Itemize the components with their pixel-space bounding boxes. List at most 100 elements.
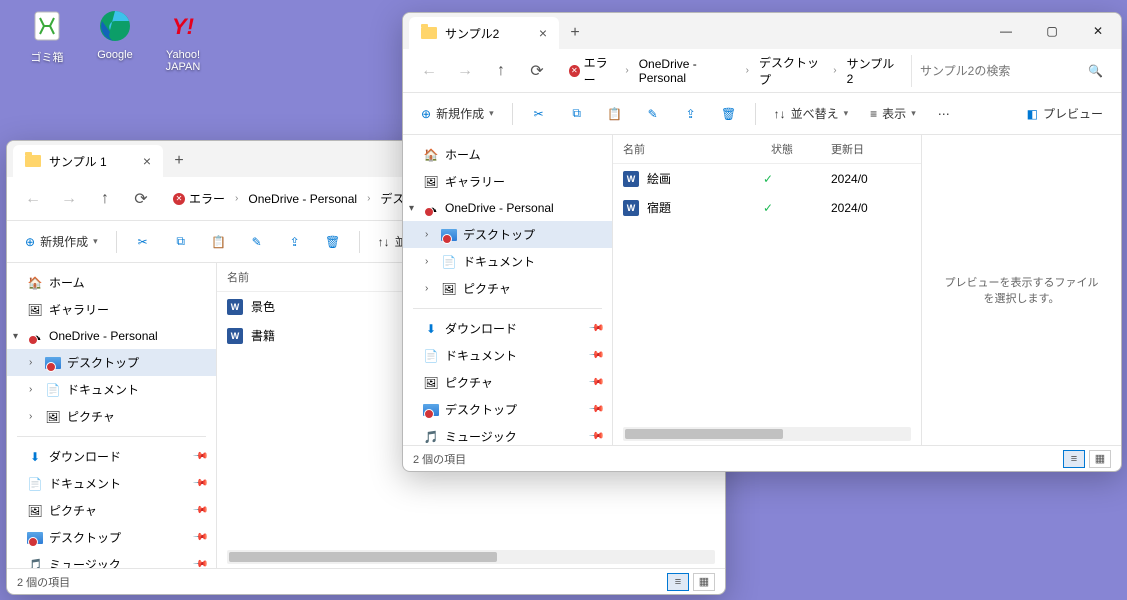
copy-icon[interactable]: ⧉ xyxy=(165,226,197,258)
details-view-button[interactable]: ≡ xyxy=(667,573,689,591)
minimize-button[interactable]: — xyxy=(983,13,1029,49)
sidebar-item-pictures[interactable]: ›🖼ピクチャ xyxy=(7,403,216,430)
more-button[interactable]: ⋯ xyxy=(930,102,958,126)
folder-icon xyxy=(441,227,457,243)
refresh-button[interactable]: ⟳ xyxy=(125,183,157,215)
error-badge-icon xyxy=(424,409,434,419)
new-button[interactable]: ⊕新規作成▾ xyxy=(17,228,106,255)
sidebar-item-pictures[interactable]: ›🖼ピクチャ xyxy=(403,275,612,302)
tab[interactable]: サンプル 1 × xyxy=(13,145,163,177)
delete-icon[interactable]: 🗑 xyxy=(317,226,349,258)
sidebar-item-documents[interactable]: ›📄ドキュメント xyxy=(7,376,216,403)
breadcrumb-item[interactable]: サンプル2 xyxy=(841,51,901,90)
paste-icon[interactable]: 📋 xyxy=(599,98,631,130)
tab[interactable]: サンプル2 × xyxy=(409,17,559,49)
breadcrumb[interactable]: ✕エラー › OneDrive - Personal › デスクトップ › サン… xyxy=(557,55,907,87)
close-icon[interactable]: × xyxy=(539,25,547,41)
breadcrumb-item[interactable]: OneDrive - Personal xyxy=(633,53,742,89)
share-icon[interactable]: ⇪ xyxy=(675,98,707,130)
maximize-button[interactable]: ▢ xyxy=(1029,13,1075,49)
sidebar-item-gallery[interactable]: 🖼ギャラリー xyxy=(403,168,612,195)
back-button[interactable]: ← xyxy=(413,55,445,87)
file-row[interactable]: W絵画 ✓ 2024/0 xyxy=(613,164,921,193)
sidebar-item-pictures[interactable]: 🖼ピクチャ📌 xyxy=(7,497,216,524)
forward-button[interactable]: → xyxy=(449,55,481,87)
status-text: 2 個の項目 xyxy=(17,574,70,590)
close-button[interactable]: ✕ xyxy=(1075,13,1121,49)
copy-icon[interactable]: ⧉ xyxy=(561,98,593,130)
icons-view-button[interactable]: ▦ xyxy=(1089,450,1111,468)
sidebar-item-onedrive[interactable]: ▾☁OneDrive - Personal xyxy=(7,323,216,349)
chevron-right-icon[interactable]: › xyxy=(425,229,428,240)
rename-icon[interactable]: ✎ xyxy=(637,98,669,130)
word-icon: W xyxy=(227,299,243,315)
pictures-icon: 🖼 xyxy=(45,409,61,425)
up-button[interactable]: ↑ xyxy=(485,55,517,87)
pin-icon: 📌 xyxy=(587,428,604,445)
status-text: 2 個の項目 xyxy=(413,451,466,467)
view-button[interactable]: ≡ 表示▾ xyxy=(862,100,924,127)
column-date[interactable]: 更新日 xyxy=(831,141,911,157)
sidebar-item-gallery[interactable]: 🖼ギャラリー xyxy=(7,296,216,323)
rename-icon[interactable]: ✎ xyxy=(241,226,273,258)
sort-button[interactable]: ↑↓ 並べ替え▾ xyxy=(766,100,857,127)
cut-icon[interactable]: ✂ xyxy=(127,226,159,258)
forward-button[interactable]: → xyxy=(53,183,85,215)
new-tab-button[interactable]: + xyxy=(163,145,195,177)
sidebar-item-home[interactable]: 🏠ホーム xyxy=(403,141,612,168)
word-icon: W xyxy=(623,200,639,216)
desktop-icon-google[interactable]: Google xyxy=(80,6,150,61)
file-row[interactable]: W宿題 ✓ 2024/0 xyxy=(613,193,921,222)
chevron-down-icon[interactable]: ▾ xyxy=(13,331,18,342)
details-view-button[interactable]: ≡ xyxy=(1063,450,1085,468)
sidebar-item-desktop[interactable]: デスクトップ📌 xyxy=(403,396,612,423)
document-icon: 📄 xyxy=(423,348,439,364)
desktop-icon-yahoo[interactable]: Y! Yahoo! JAPAN xyxy=(148,6,218,73)
sidebar-item-home[interactable]: 🏠ホーム xyxy=(7,269,216,296)
desktop-icon-recycle[interactable]: ゴミ箱 xyxy=(12,6,82,65)
preview-button[interactable]: ◧プレビュー xyxy=(1019,100,1111,127)
sidebar-item-desktop[interactable]: ›デスクトップ xyxy=(403,221,612,248)
horizontal-scrollbar[interactable] xyxy=(227,550,715,564)
delete-icon[interactable]: 🗑 xyxy=(713,98,745,130)
new-tab-button[interactable]: + xyxy=(559,17,591,49)
sidebar-item-documents[interactable]: ›📄ドキュメント xyxy=(403,248,612,275)
back-button[interactable]: ← xyxy=(17,183,49,215)
breadcrumb-error[interactable]: ✕エラー xyxy=(167,186,231,211)
chevron-right-icon[interactable]: › xyxy=(29,411,32,422)
chevron-down-icon[interactable]: ▾ xyxy=(409,203,414,214)
refresh-button[interactable]: ⟳ xyxy=(521,55,553,87)
icons-view-button[interactable]: ▦ xyxy=(693,573,715,591)
paste-icon[interactable]: 📋 xyxy=(203,226,235,258)
column-status[interactable]: 状態 xyxy=(771,141,831,157)
chevron-right-icon[interactable]: › xyxy=(425,256,428,267)
search-icon[interactable]: 🔍 xyxy=(1088,64,1103,78)
sidebar-item-music[interactable]: 🎵ミュージック📌 xyxy=(403,423,612,445)
close-icon[interactable]: × xyxy=(143,153,151,169)
cut-icon[interactable]: ✂ xyxy=(523,98,555,130)
column-name[interactable]: 名前 xyxy=(623,141,771,157)
horizontal-scrollbar[interactable] xyxy=(623,427,911,441)
breadcrumb-item[interactable]: デスクトップ xyxy=(753,50,829,92)
new-button[interactable]: ⊕新規作成▾ xyxy=(413,100,502,127)
music-icon: 🎵 xyxy=(27,557,43,569)
share-icon[interactable]: ⇪ xyxy=(279,226,311,258)
chevron-right-icon[interactable]: › xyxy=(425,283,428,294)
sidebar-item-desktop[interactable]: ›デスクトップ xyxy=(7,349,216,376)
chevron-right-icon[interactable]: › xyxy=(29,357,32,368)
sidebar-item-documents[interactable]: 📄ドキュメント📌 xyxy=(7,470,216,497)
sidebar-item-downloads[interactable]: ⬇ダウンロード📌 xyxy=(403,315,612,342)
sidebar-item-onedrive[interactable]: ▾☁OneDrive - Personal xyxy=(403,195,612,221)
preview-pane: プレビューを表示するファイルを選択します。 xyxy=(921,135,1121,445)
breadcrumb-item[interactable]: OneDrive - Personal xyxy=(242,188,363,210)
sidebar-item-pictures[interactable]: 🖼ピクチャ📌 xyxy=(403,369,612,396)
chevron-right-icon[interactable]: › xyxy=(29,384,32,395)
up-button[interactable]: ↑ xyxy=(89,183,121,215)
sidebar-item-music[interactable]: 🎵ミュージック📌 xyxy=(7,551,216,568)
search-box[interactable]: 🔍 xyxy=(911,55,1111,87)
breadcrumb-error[interactable]: ✕エラー xyxy=(563,50,621,92)
search-input[interactable] xyxy=(920,64,1088,78)
sidebar-item-desktop[interactable]: デスクトップ📌 xyxy=(7,524,216,551)
sidebar-item-documents[interactable]: 📄ドキュメント📌 xyxy=(403,342,612,369)
sidebar-item-downloads[interactable]: ⬇ダウンロード📌 xyxy=(7,443,216,470)
